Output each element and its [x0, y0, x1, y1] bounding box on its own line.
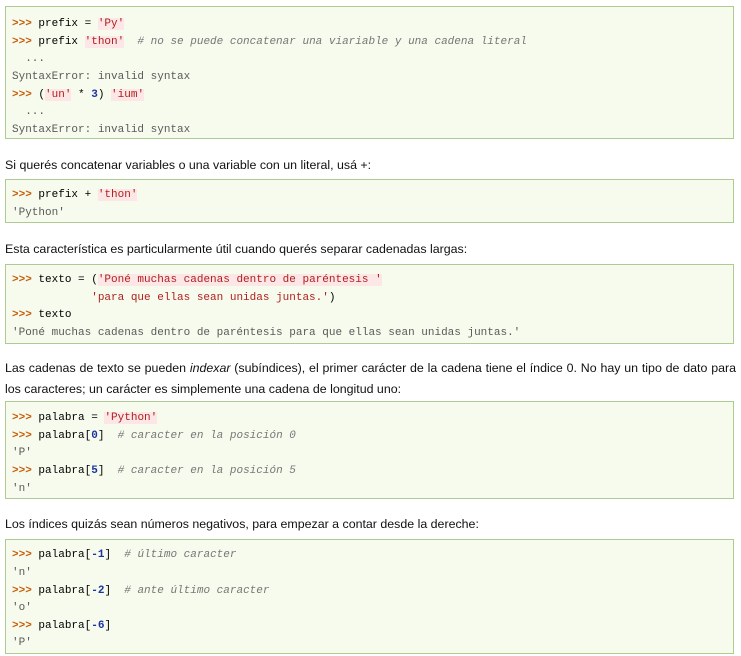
paragraph-indexing: Las cadenas de texto se pueden indexar (… [5, 358, 736, 400]
code-line: >>> palabra = 'Python' [12, 411, 158, 425]
code: texto = ( [31, 274, 98, 286]
code-block-long-strings: >>> texto = ('Poné muchas cadenas dentro… [5, 264, 734, 344]
code: ] [104, 620, 112, 632]
code-line: >>> prefix + 'thon' [12, 188, 138, 202]
number-literal: 3 [91, 89, 98, 101]
number-literal: -1 [91, 549, 105, 561]
number-literal: -6 [91, 620, 105, 632]
string-literal: 'thon' [97, 189, 138, 201]
prompt: >>> [12, 412, 32, 424]
code: ) [328, 292, 336, 304]
code-line: >>> prefix = 'Py' [12, 17, 125, 31]
code: ) [97, 89, 112, 101]
code: palabra[ [31, 465, 92, 477]
paragraph-text: Las cadenas de texto se pueden [5, 361, 190, 375]
code: prefix = [31, 18, 98, 30]
output-line: SyntaxError: invalid syntax [12, 71, 191, 83]
code-block-indexing: >>> palabra = 'Python' >>> palabra[0] # … [5, 401, 734, 499]
output-line: 'P' [12, 447, 32, 459]
code-line: >>> ('un' * 3) 'ium' [12, 88, 145, 102]
code: * [71, 89, 92, 101]
code-line: >>> palabra[-6] [12, 619, 111, 633]
prompt: >>> [12, 465, 32, 477]
prompt: >>> [12, 36, 32, 48]
comment: # último caracter [111, 549, 237, 561]
prompt: >>> [12, 189, 32, 201]
paragraph-negative-indices: Los índices quizás sean números negativo… [5, 517, 479, 531]
prompt: >>> [12, 585, 32, 597]
string-literal: 'thon' [84, 36, 125, 48]
output-line: 'n' [12, 483, 32, 495]
number-literal: -2 [91, 585, 105, 597]
continuation-line: ... [12, 106, 46, 118]
string-literal: 'Python' [104, 412, 158, 424]
code-line: >>> palabra[-1] # último caracter [12, 548, 236, 562]
output-line: 'o' [12, 602, 32, 614]
comment: # no se puede concatenar una viariable y… [124, 36, 527, 48]
output-line: 'Poné muchas cadenas dentro de paréntesi… [12, 327, 521, 339]
prompt: >>> [12, 549, 32, 561]
code-block-syntax-error: >>> prefix = 'Py' >>> prefix 'thon' # no… [5, 6, 734, 139]
comment: # caracter en la posición 0 [104, 430, 296, 442]
prompt: >>> [12, 430, 32, 442]
emphasis-indexar: indexar [189, 361, 231, 375]
output-line: 'n' [12, 567, 32, 579]
code-line: 'para que ellas sean unidas juntas.') [12, 291, 335, 305]
number-literal: 5 [91, 465, 98, 477]
code-line: >>> texto [12, 308, 71, 322]
prompt: >>> [12, 620, 32, 632]
prompt: >>> [12, 18, 32, 30]
comment: # ante último caracter [111, 585, 270, 597]
code-line: >>> prefix 'thon' # no se puede concaten… [12, 35, 527, 49]
code: prefix [31, 36, 85, 48]
continuation-line: ... [12, 53, 46, 65]
prompt: >>> [12, 274, 32, 286]
string-literal: 'Poné muchas cadenas dentro de paréntesi… [97, 274, 382, 286]
code: palabra[ [31, 585, 92, 597]
code: prefix + [31, 189, 98, 201]
string-literal: 'para que ellas sean unidas juntas.' [91, 292, 329, 304]
code-line: >>> palabra[5] # caracter en la posición… [12, 464, 296, 478]
code-line: >>> texto = ('Poné muchas cadenas dentro… [12, 273, 382, 287]
string-literal: 'un' [45, 89, 72, 101]
code: palabra[ [31, 620, 92, 632]
prompt: >>> [12, 309, 32, 321]
paragraph-long-strings: Esta característica es particularmente ú… [5, 242, 468, 256]
comment: # caracter en la posición 5 [104, 465, 296, 477]
output-line: 'Python' [12, 207, 65, 219]
number-literal: 0 [91, 430, 98, 442]
code: ( [31, 89, 46, 101]
code: palabra = [31, 412, 105, 424]
output-line: SyntaxError: invalid syntax [12, 124, 191, 136]
code: palabra[ [31, 549, 92, 561]
string-literal: 'ium' [111, 89, 145, 101]
prompt: >>> [12, 89, 32, 101]
string-literal: 'Py' [97, 18, 125, 30]
output-line: 'P' [12, 637, 32, 649]
code: texto [31, 309, 72, 321]
code-block-concat: >>> prefix + 'thon' 'Python' [5, 179, 734, 223]
code-line: >>> palabra[0] # caracter en la posición… [12, 429, 296, 443]
code: palabra[ [31, 430, 92, 442]
paragraph-concatenate-variables: Si querés concatenar variables o una var… [5, 158, 372, 172]
code-block-negative-indices: >>> palabra[-1] # último caracter 'n' >>… [5, 539, 734, 654]
code-line: >>> palabra[-2] # ante último caracter [12, 584, 269, 598]
